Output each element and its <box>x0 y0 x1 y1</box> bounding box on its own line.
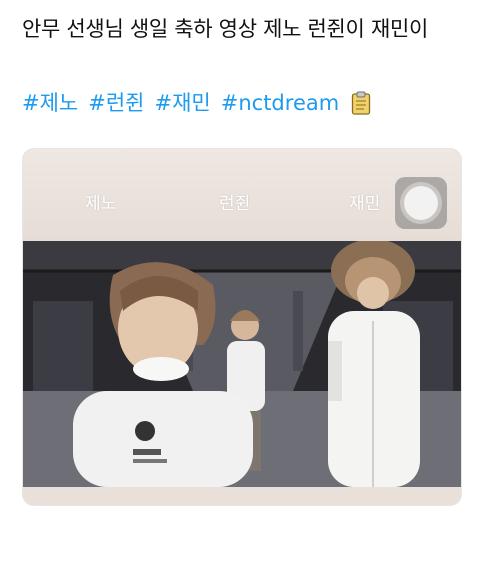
video-frame[interactable] <box>23 241 461 487</box>
video-bottom-bar <box>23 487 461 505</box>
hashtag-renjun[interactable]: #런쥔 <box>88 86 144 120</box>
name-tag-renjun: 런쥔 <box>219 194 251 214</box>
tweet-text: 안무 선생님 생일 축하 영상 제노 런쥔이 재민이 <box>22 17 429 41</box>
hashtag-nctdream[interactable]: #nctdream <box>221 86 339 120</box>
hashtag-row: #제노 #런쥔 #재민 #nctdream <box>22 86 462 120</box>
video-still-image <box>23 241 461 487</box>
clipboard-icon <box>351 91 371 115</box>
name-tag-jaemin: 재민 <box>349 194 381 214</box>
hashtag-jaemin[interactable]: #재민 <box>155 86 211 120</box>
video-card[interactable]: 제노 런쥔 재민 <box>22 148 462 506</box>
assistive-touch-icon[interactable] <box>395 177 447 229</box>
hashtag-jeno[interactable]: #제노 <box>22 86 78 120</box>
video-caption-area: 제노 런쥔 재민 <box>23 149 461 241</box>
name-tag-jeno: 제노 <box>85 194 117 214</box>
